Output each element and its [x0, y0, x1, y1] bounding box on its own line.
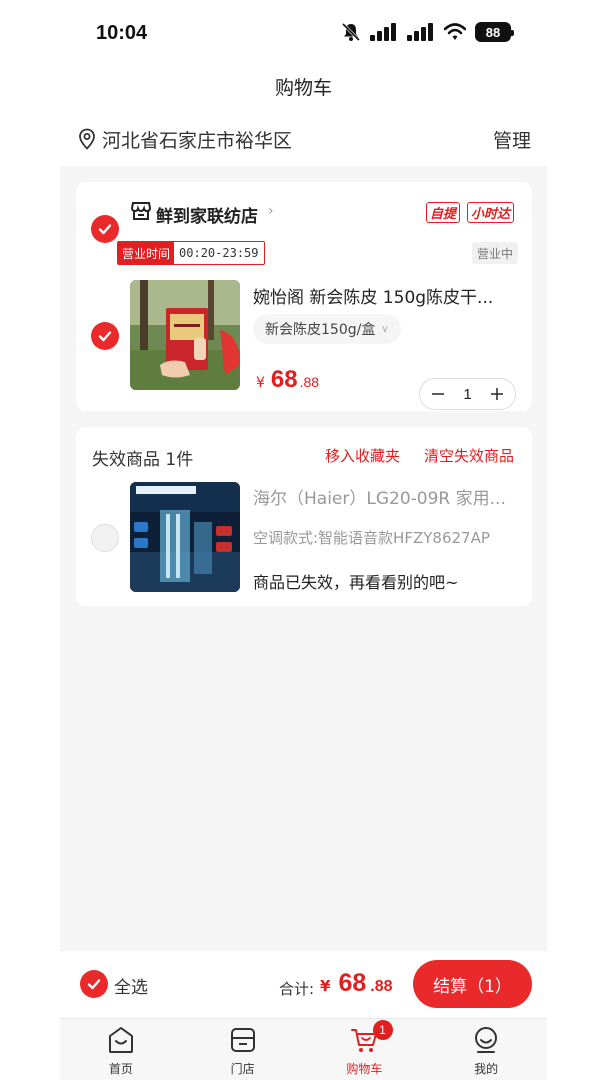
pickup-badge: 自提 — [426, 202, 461, 223]
tab-bar: 首页 门店 购物车 1 我的 — [60, 1018, 547, 1080]
product-price: ¥ 68 .88 — [256, 366, 319, 394]
battery-indicator: 88 — [475, 22, 514, 42]
total-price: ¥ 68 .88 — [320, 969, 393, 998]
total-currency: ¥ — [320, 977, 331, 995]
location-pin-icon — [79, 128, 95, 150]
signal-icon — [370, 23, 396, 41]
store-icon — [228, 1024, 258, 1056]
signal-icon-2 — [407, 23, 433, 41]
select-all-checkbox[interactable] — [80, 970, 108, 998]
price-currency: ¥ — [256, 375, 265, 391]
business-hours: 营业时间 00:20-23:59 — [117, 241, 265, 265]
status-bar: 10:04 88 — [0, 0, 607, 64]
checkout-button[interactable]: 结算（1） — [413, 960, 532, 1008]
status-time: 10:04 — [96, 22, 148, 44]
checkmark-icon — [87, 979, 101, 990]
product-checkbox[interactable] — [91, 322, 119, 350]
total-decimal: .88 — [370, 978, 393, 995]
product-image[interactable] — [130, 280, 240, 390]
invalid-product-name[interactable]: 海尔（Haier）LG20-09R 家用... — [253, 484, 515, 509]
tab-cart-label: 购物车 — [346, 1062, 383, 1076]
checkout-bar: 全选 合计: ¥ 68 .88 结算（1） — [60, 951, 547, 1018]
chevron-right-icon[interactable]: › — [268, 203, 274, 219]
profile-icon — [471, 1024, 501, 1056]
price-decimal: .88 — [299, 374, 320, 390]
store-checkbox[interactable] — [91, 215, 119, 243]
total-integer: 68 — [338, 969, 367, 997]
status-icons: 88 — [341, 22, 514, 42]
product-spec-text: 新会陈皮150g/盒 — [265, 322, 376, 338]
page-header: 购物车 — [0, 64, 607, 108]
increase-button[interactable] — [485, 382, 509, 406]
invalid-product-message: 商品已失效，再看看别的吧~ — [253, 573, 459, 592]
quantity-stepper: 1 — [419, 378, 516, 410]
invalid-product-spec: 空调款式:智能语音款HFZY8627AP — [253, 529, 490, 547]
chevron-down-icon: ∨ — [381, 323, 389, 335]
page-title: 购物车 — [274, 76, 332, 99]
product-name[interactable]: 婉怡阁 新会陈皮 150g陈皮干... — [253, 283, 515, 308]
select-all-label[interactable]: 全选 — [114, 973, 148, 998]
product-image-art — [130, 280, 240, 390]
invalid-product-image[interactable] — [130, 482, 240, 592]
store-name[interactable]: 鲜到家联纺店 — [156, 202, 258, 227]
business-hours-label: 营业时间 — [118, 242, 175, 264]
move-to-favorites-button[interactable]: 移入收藏夹 — [325, 445, 400, 466]
home-icon — [106, 1024, 136, 1056]
invalid-products-card: 失效商品 1件 移入收藏夹 清空失效商品 海尔（Haier）LG20-09R 家… — [76, 427, 532, 606]
clear-invalid-button[interactable]: 清空失效商品 — [424, 445, 514, 466]
manage-button[interactable]: 管理 — [493, 126, 531, 153]
open-status-badge: 营业中 — [471, 242, 518, 264]
tab-profile-label: 我的 — [474, 1062, 499, 1076]
quantity-value[interactable]: 1 — [463, 386, 471, 403]
checkmark-icon — [98, 331, 112, 342]
wifi-icon — [444, 23, 466, 40]
total-label: 合计: — [279, 980, 315, 998]
minus-icon — [432, 393, 444, 395]
address-text: 河北省石家庄市裕华区 — [102, 129, 293, 152]
decrease-button[interactable] — [426, 382, 450, 406]
business-hours-value: 00:20-23:59 — [179, 246, 259, 260]
hourly-delivery-badge: 小时达 — [467, 202, 515, 223]
cart-count-badge: 1 — [372, 1020, 393, 1040]
mute-icon — [341, 22, 361, 42]
checkmark-icon — [98, 224, 112, 235]
tab-store-label: 门店 — [230, 1062, 255, 1076]
tab-cart[interactable]: 购物车 1 — [304, 1019, 426, 1080]
plus-icon — [491, 388, 503, 400]
invalid-product-checkbox — [91, 524, 119, 552]
tab-store[interactable]: 门店 — [182, 1019, 304, 1080]
product-spec-selector[interactable]: 新会陈皮150g/盒 ∨ — [253, 314, 401, 344]
invalid-product-image-art — [130, 482, 240, 592]
store-card: 鲜到家联纺店 › 自提 小时达 营业时间 00:20-23:59 营业中 婉怡阁… — [76, 182, 532, 411]
price-integer: 68 — [270, 366, 298, 393]
address-bar[interactable]: 河北省石家庄市裕华区 管理 — [60, 112, 547, 166]
store-icon — [130, 202, 152, 220]
invalid-section-title: 失效商品 1件 — [92, 450, 194, 470]
tab-home-label: 首页 — [108, 1062, 133, 1076]
tab-home[interactable]: 首页 — [60, 1019, 182, 1080]
cart-content: 鲜到家联纺店 › 自提 小时达 营业时间 00:20-23:59 营业中 婉怡阁… — [60, 166, 547, 951]
tab-profile[interactable]: 我的 — [425, 1019, 547, 1080]
